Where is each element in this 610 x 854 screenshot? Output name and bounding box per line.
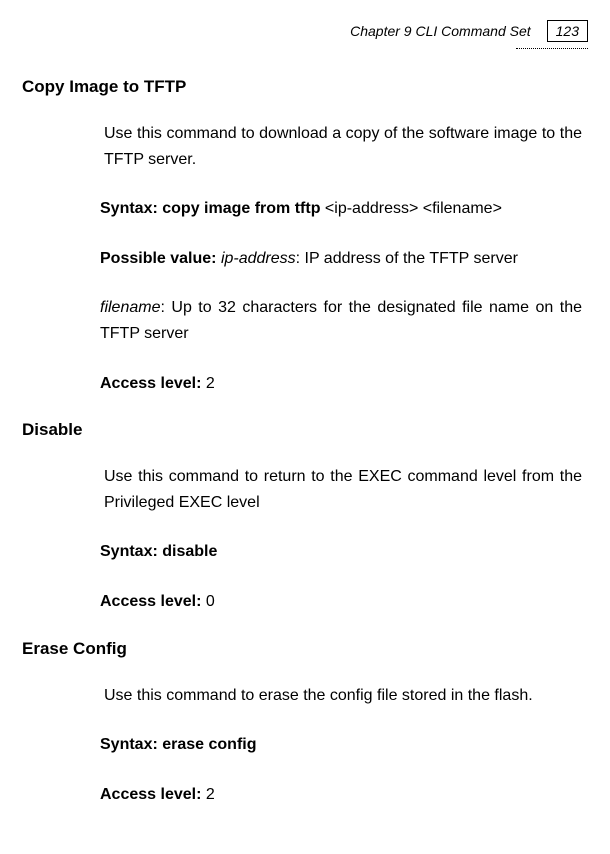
access-value: 2 [206,375,215,392]
possible-value-desc: : IP address of the TFTP server [296,250,518,267]
access-value: 2 [206,786,215,803]
access-label: Access level: [100,375,206,392]
erase-config-access-level: Access level: 2 [100,782,582,808]
disable-syntax: Syntax: disable [100,539,582,565]
syntax-args: <ip-address> <filename> [325,200,502,217]
page-number: 123 [547,20,588,42]
syntax-label: Syntax: erase config [100,736,257,753]
syntax-label: Syntax: disable [100,543,217,560]
filename-key: filename [100,299,160,316]
header-divider [516,48,588,49]
page-header: Chapter 9 CLI Command Set 123 [22,20,588,42]
copy-image-filename: filename: Up to 32 characters for the de… [100,295,582,346]
syntax-label: Syntax: copy image from tftp [100,200,325,217]
erase-config-description: Use this command to erase the config fil… [104,683,582,709]
section-heading-disable: Disable [22,420,588,440]
filename-desc: : Up to 32 characters for the designated… [100,299,582,342]
section-heading-erase-config: Erase Config [22,639,588,659]
copy-image-possible-value: Possible value: ip-address: IP address o… [100,246,582,272]
section-heading-copy-image: Copy Image to TFTP [22,77,588,97]
access-label: Access level: [100,786,206,803]
possible-value-key: ip-address [221,250,296,267]
copy-image-access-level: Access level: 2 [100,371,582,397]
chapter-title: Chapter 9 CLI Command Set [350,23,531,39]
disable-description: Use this command to return to the EXEC c… [104,464,582,515]
access-label: Access level: [100,593,206,610]
erase-config-syntax: Syntax: erase config [100,732,582,758]
access-value: 0 [206,593,215,610]
copy-image-syntax: Syntax: copy image from tftp <ip-address… [100,196,582,222]
copy-image-description: Use this command to download a copy of t… [104,121,582,172]
disable-access-level: Access level: 0 [100,589,582,615]
possible-value-label: Possible value: [100,250,221,267]
